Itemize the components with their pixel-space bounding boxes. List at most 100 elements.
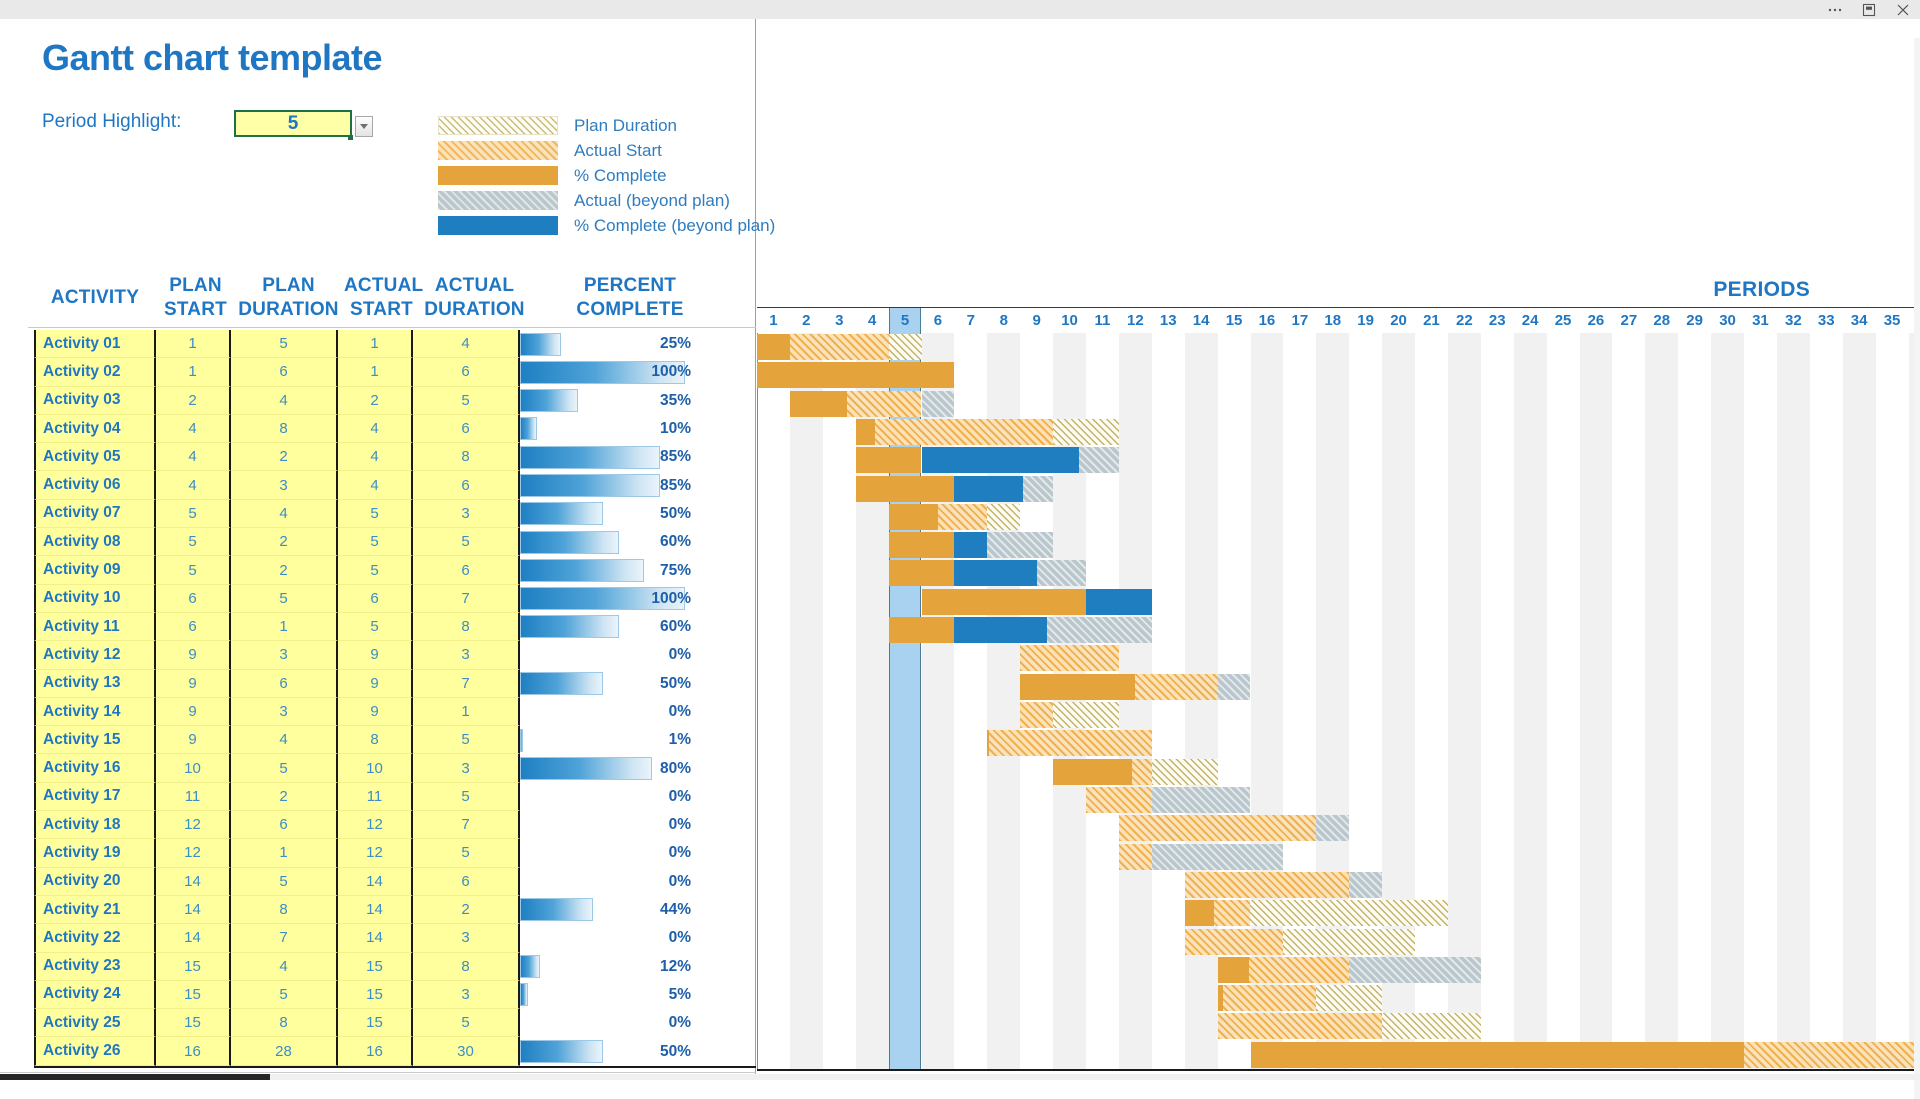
cell-percent-complete: 0% <box>520 1009 720 1037</box>
gantt-row[interactable] <box>757 446 1920 474</box>
cell-activity: Activity 01 <box>34 330 156 358</box>
table-row[interactable]: Activity 171121150% <box>34 783 756 811</box>
cell-plan_duration: 6 <box>231 358 338 386</box>
cell-activity: Activity 16 <box>34 754 156 782</box>
table-row[interactable]: Activity 06434685% <box>34 471 756 499</box>
gantt-row[interactable] <box>757 871 1920 899</box>
gantt-row[interactable] <box>757 729 1920 757</box>
period-tick-30: 30 <box>1711 308 1744 333</box>
gantt-row[interactable] <box>757 418 1920 446</box>
cell-plan_duration: 5 <box>231 585 338 613</box>
gantt-row[interactable] <box>757 644 1920 672</box>
period-tick-13: 13 <box>1152 308 1185 333</box>
gantt-row[interactable] <box>757 559 1920 587</box>
horizontal-scrollbar[interactable] <box>0 1074 1920 1080</box>
close-window-icon[interactable] <box>1894 2 1912 17</box>
gantt-row[interactable] <box>757 475 1920 503</box>
cell-actual_start: 14 <box>338 896 413 924</box>
table-row[interactable]: Activity 08525560% <box>34 528 756 556</box>
table-row[interactable]: Activity 261628163050% <box>34 1037 756 1065</box>
table-row[interactable]: Activity 13969750% <box>34 670 756 698</box>
period-tick-21: 21 <box>1415 308 1448 333</box>
period-tick-24: 24 <box>1514 308 1547 333</box>
gantt-row[interactable] <box>757 814 1920 842</box>
table-row[interactable]: Activity 1610510380% <box>34 754 756 782</box>
gantt-row[interactable] <box>757 843 1920 871</box>
period-highlight-input[interactable]: 5 <box>234 110 352 137</box>
period-tick-6: 6 <box>922 308 955 333</box>
table-row[interactable]: Activity 2114814244% <box>34 896 756 924</box>
percent-complete-databar <box>520 672 603 695</box>
period-highlight-dropdown[interactable] <box>355 116 373 137</box>
table-bottom-border <box>34 1066 756 1068</box>
legend-label-beyond: Actual (beyond plan) <box>574 191 730 211</box>
gantt-row[interactable] <box>757 899 1920 927</box>
gantt-row[interactable] <box>757 673 1920 701</box>
restore-window-icon[interactable] <box>1860 2 1878 17</box>
percent-complete-databar <box>520 389 578 412</box>
gantt-row[interactable] <box>757 588 1920 616</box>
table-row[interactable]: Activity 1594851% <box>34 726 756 754</box>
period-tick-2: 2 <box>790 308 823 333</box>
table-row[interactable]: Activity 251581550% <box>34 1009 756 1037</box>
gantt-row[interactable] <box>757 956 1920 984</box>
period-tick-32: 32 <box>1777 308 1810 333</box>
table-row[interactable]: Activity 09525675% <box>34 556 756 584</box>
cell-actual_duration: 2 <box>413 896 520 924</box>
cell-actual_duration: 5 <box>413 528 520 556</box>
legend: Plan DurationActual Start% CompleteActua… <box>438 113 775 238</box>
gantt-row[interactable] <box>757 928 1920 956</box>
gantt-row[interactable] <box>757 786 1920 814</box>
table-row[interactable]: Activity 181261270% <box>34 811 756 839</box>
gantt-row[interactable] <box>757 701 1920 729</box>
gantt-row[interactable] <box>757 758 1920 786</box>
table-row[interactable]: Activity 05424885% <box>34 443 756 471</box>
gantt-bottom-border <box>757 1069 1920 1071</box>
period-tick-15: 15 <box>1218 308 1251 333</box>
table-row[interactable]: Activity 01151425% <box>34 330 756 358</box>
period-tick-11: 11 <box>1086 308 1119 333</box>
table-row[interactable]: Activity 2315415812% <box>34 953 756 981</box>
gantt-row[interactable] <box>757 1012 1920 1040</box>
gantt-row[interactable] <box>757 503 1920 531</box>
cell-actual_start: 9 <box>338 698 413 726</box>
period-tick-16: 16 <box>1251 308 1284 333</box>
table-row[interactable]: Activity 221471430% <box>34 924 756 952</box>
table-row[interactable]: Activity 03242535% <box>34 387 756 415</box>
gantt-row[interactable] <box>757 616 1920 644</box>
table-row[interactable]: Activity 201451460% <box>34 868 756 896</box>
table-row[interactable]: Activity 1493910% <box>34 698 756 726</box>
vertical-scrollbar[interactable] <box>1914 38 1920 1099</box>
cell-plan_duration: 1 <box>231 613 338 641</box>
period-tick-10: 10 <box>1053 308 1086 333</box>
percent-complete-databar <box>520 757 652 780</box>
period-tick-14: 14 <box>1185 308 1218 333</box>
gantt-row[interactable] <box>757 361 1920 389</box>
more-options-icon[interactable] <box>1826 2 1844 17</box>
gantt-row[interactable] <box>757 1041 1920 1069</box>
table-row[interactable]: Activity 1293930% <box>34 641 756 669</box>
table-row[interactable]: Activity 021616100% <box>34 358 756 386</box>
table-row[interactable]: Activity 07545350% <box>34 500 756 528</box>
percent-complete-value: 60% <box>660 613 691 641</box>
cell-actual_start: 10 <box>338 754 413 782</box>
gantt-row[interactable] <box>757 531 1920 559</box>
bar-percent-complete <box>757 334 790 360</box>
cell-actual_start: 11 <box>338 783 413 811</box>
cell-fill-handle[interactable] <box>348 135 353 140</box>
percent-complete-value: 0% <box>669 641 691 669</box>
bar-percent-complete <box>1251 1042 1745 1068</box>
cell-actual_start: 5 <box>338 528 413 556</box>
scrollbar-thumb[interactable] <box>0 1074 270 1080</box>
gantt-row[interactable] <box>757 984 1920 1012</box>
gantt-row[interactable] <box>757 390 1920 418</box>
cell-percent-complete: 0% <box>520 868 720 896</box>
table-row[interactable]: Activity 241551535% <box>34 981 756 1009</box>
percent-complete-databar <box>520 474 660 497</box>
table-row[interactable]: Activity 11615860% <box>34 613 756 641</box>
table-row[interactable]: Activity 04484610% <box>34 415 756 443</box>
table-row[interactable]: Activity 106567100% <box>34 585 756 613</box>
table-row[interactable]: Activity 191211250% <box>34 839 756 867</box>
gantt-row[interactable] <box>757 333 1920 361</box>
percent-complete-value: 75% <box>660 556 691 584</box>
